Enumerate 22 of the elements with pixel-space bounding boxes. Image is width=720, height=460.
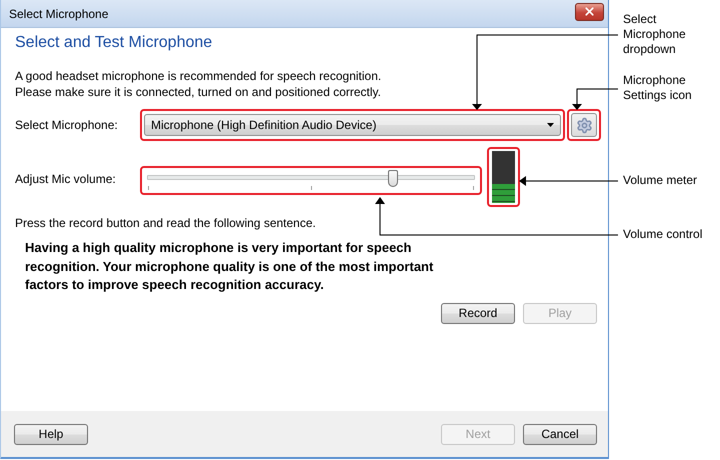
volume-label: Adjust Mic volume: — [15, 171, 117, 186]
microphone-dropdown[interactable]: Microphone (High Definition Audio Device) — [144, 114, 561, 136]
gear-icon — [576, 116, 592, 134]
intro-text: A good headset microphone is recommended for speech recognition. — [15, 68, 382, 84]
record-button[interactable]: Record — [441, 302, 515, 324]
callout-label: Volume meter — [623, 173, 698, 188]
test-sentence: Having a high quality microphone is very important for speech recognition. Your microphone quality is one of the most important factors to improve speech recognition accuracy. — [24, 239, 434, 294]
instruction-text: Press the record button and read the following sentence. — [15, 215, 317, 231]
microphone-label: Select Microphone: — [15, 118, 119, 132]
window-title: Select Microphone — [9, 6, 108, 20]
callout-label: Select Microphone dropdown — [623, 12, 687, 57]
callout-label: Microphone Settings icon — [623, 73, 693, 103]
cancel-button[interactable]: Cancel — [523, 424, 597, 444]
slider-thumb[interactable] — [388, 170, 398, 187]
close-button[interactable] — [575, 2, 604, 20]
volume-slider[interactable] — [144, 170, 478, 191]
dialog-heading: Select and Test Microphone — [15, 34, 214, 52]
callout-label: Volume control — [623, 227, 704, 242]
caret-icon — [547, 123, 554, 127]
close-icon — [583, 5, 596, 18]
intro-text: Please make sure it is connected, turned on and positioned correctly. — [15, 84, 382, 100]
help-button[interactable]: Help — [14, 424, 88, 444]
